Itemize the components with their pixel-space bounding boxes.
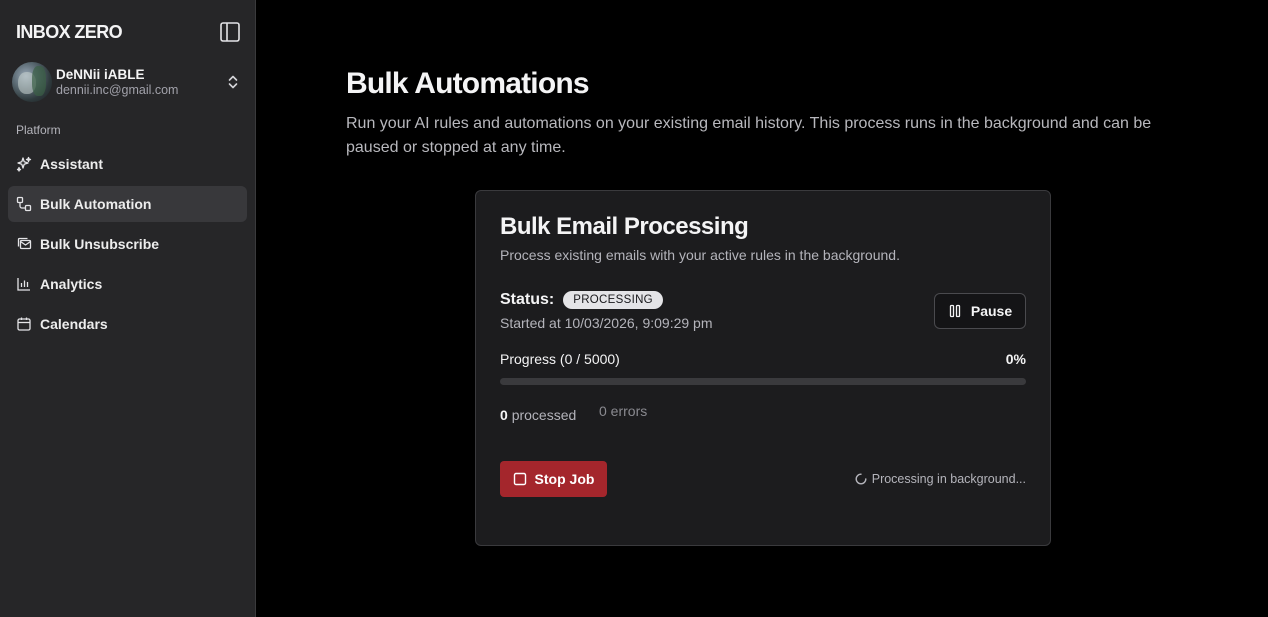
workflow-icon bbox=[16, 196, 32, 212]
pause-button[interactable]: Pause bbox=[934, 293, 1026, 329]
processed-label: processed bbox=[511, 407, 577, 423]
sidebar-section-label: Platform bbox=[16, 123, 61, 137]
background-status: Processing in background... bbox=[855, 472, 1026, 486]
card-description: Process existing emails with your active… bbox=[500, 247, 900, 263]
sidebar-nav: Assistant Bulk Automation Bulk Unsubscri… bbox=[8, 146, 247, 346]
stop-job-button[interactable]: Stop Job bbox=[500, 461, 607, 497]
errors-count: 0 errors bbox=[599, 403, 648, 419]
sidebar-item-label: Bulk Automation bbox=[40, 196, 152, 212]
sidebar-toggle-icon[interactable] bbox=[219, 21, 241, 43]
processed-count: 0 processed bbox=[500, 407, 576, 423]
sidebar-item-assistant[interactable]: Assistant bbox=[8, 146, 247, 182]
progress-label: Progress (0 / 5000) bbox=[500, 351, 620, 367]
processed-number: 0 bbox=[500, 407, 508, 423]
progress-percent: 0% bbox=[1005, 351, 1026, 367]
bar-chart-icon bbox=[16, 276, 32, 292]
sidebar-item-bulk-automation[interactable]: Bulk Automation bbox=[8, 186, 247, 222]
pause-button-label: Pause bbox=[970, 303, 1013, 319]
spinner-icon bbox=[855, 473, 867, 485]
avatar bbox=[12, 62, 52, 102]
progress-bar bbox=[500, 378, 1026, 385]
sidebar-item-label: Analytics bbox=[40, 276, 103, 292]
pause-icon bbox=[949, 304, 961, 318]
user-name: DeNNii iABLE bbox=[56, 66, 145, 82]
background-status-text: Processing in background... bbox=[871, 472, 1026, 486]
sidebar-item-bulk-unsubscribe[interactable]: Bulk Unsubscribe bbox=[8, 226, 247, 262]
brand-logo-text: INBOX ZERO bbox=[16, 22, 123, 42]
status-label: Status: bbox=[500, 291, 555, 308]
card-title: Bulk Email Processing bbox=[500, 213, 749, 240]
status-badge: PROCESSING bbox=[563, 291, 663, 309]
mail-stack-icon bbox=[16, 236, 32, 252]
main-content: Bulk Automations Run your AI rules and a… bbox=[256, 0, 1268, 617]
page-description: Run your AI rules and automations on you… bbox=[346, 115, 1152, 156]
app-root: INBOX ZERO DeNNii iABLE dennii.inc@gmail… bbox=[0, 0, 1268, 617]
user-email: dennii.inc@gmail.com bbox=[56, 83, 179, 97]
sidebar-item-label: Calendars bbox=[40, 316, 108, 332]
stop-square-icon bbox=[513, 472, 526, 486]
calendar-icon bbox=[16, 316, 32, 332]
bulk-processing-card: Bulk Email Processing Process existing e… bbox=[475, 190, 1051, 546]
sidebar-item-analytics[interactable]: Analytics bbox=[8, 266, 247, 302]
sidebar-item-label: Assistant bbox=[40, 156, 104, 172]
stop-job-label: Stop Job bbox=[534, 471, 595, 487]
sidebar: INBOX ZERO DeNNii iABLE dennii.inc@gmail… bbox=[0, 0, 256, 617]
page-title: Bulk Automations bbox=[346, 67, 590, 100]
user-switcher[interactable]: DeNNii iABLE dennii.inc@gmail.com bbox=[12, 62, 244, 102]
chevrons-up-down-icon bbox=[224, 73, 242, 91]
sparkles-icon bbox=[16, 156, 32, 172]
sidebar-item-calendars[interactable]: Calendars bbox=[8, 306, 247, 342]
sidebar-item-label: Bulk Unsubscribe bbox=[40, 236, 160, 252]
started-at-text: Started at 10/03/2026, 9:09:29 pm bbox=[500, 315, 713, 331]
status-row: Status: PROCESSING bbox=[500, 291, 663, 309]
